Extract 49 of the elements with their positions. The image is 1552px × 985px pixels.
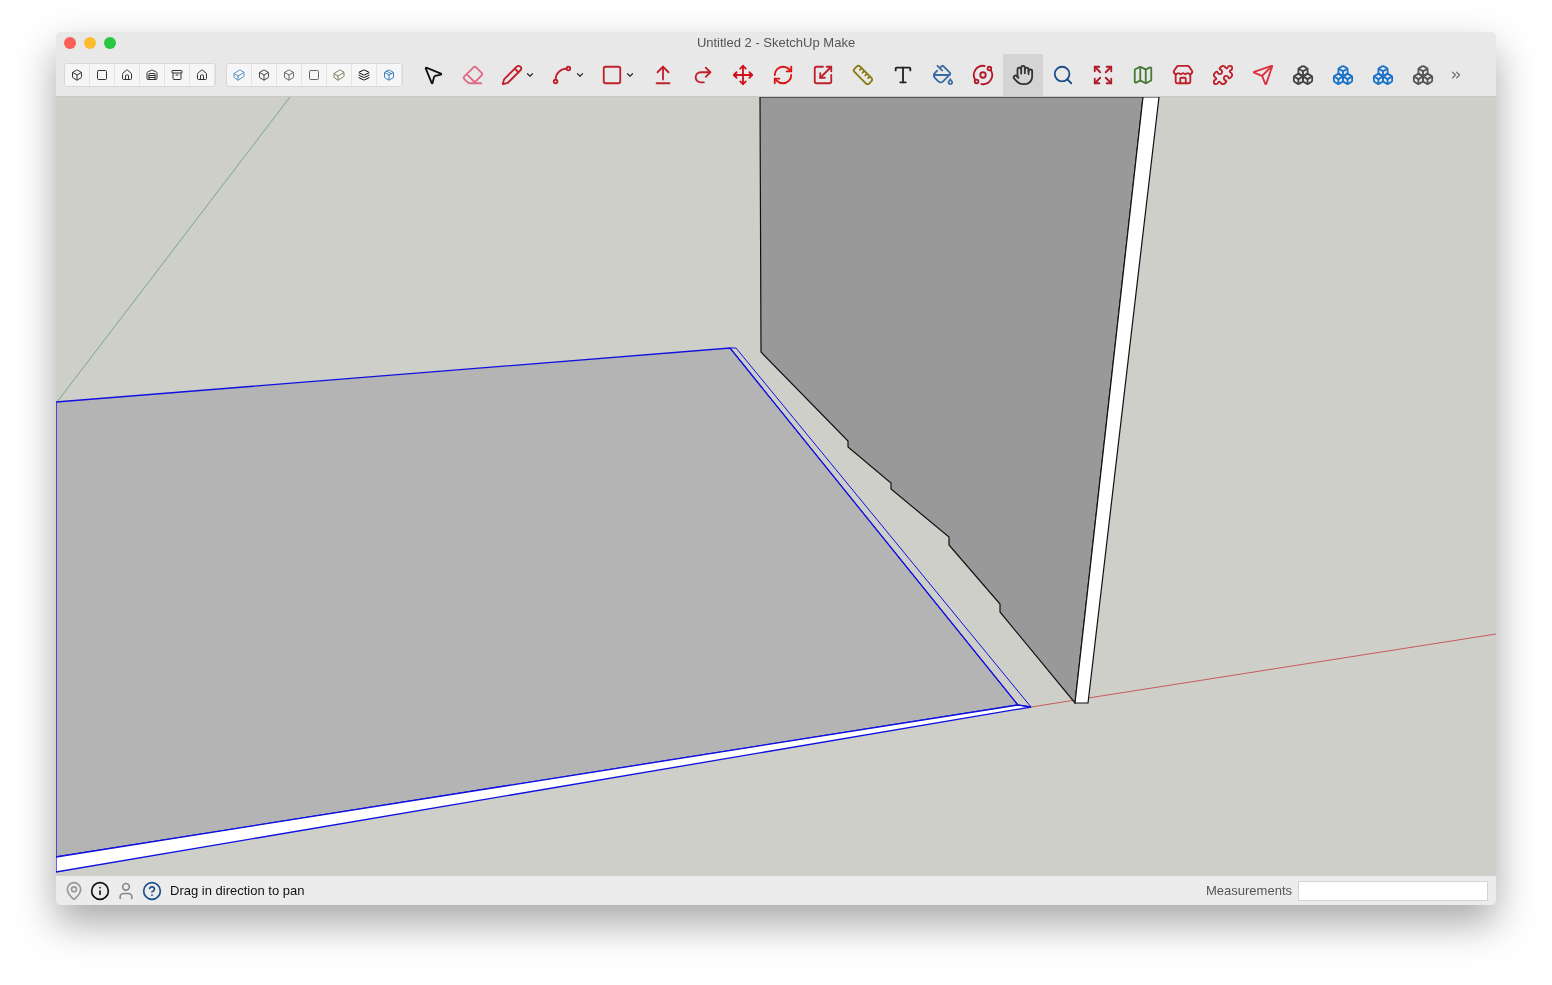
measurements-label: Measurements: [1206, 881, 1292, 900]
box-icon: [71, 69, 83, 81]
store-icon: [1172, 64, 1194, 86]
square-icon: [308, 69, 320, 81]
map-icon: [1132, 64, 1154, 86]
user-icon[interactable]: [116, 880, 136, 901]
caret-icon: [575, 70, 585, 80]
tool-button[interactable]: [1003, 54, 1043, 96]
text-icon: [892, 64, 914, 86]
tape-measure-icon: [852, 64, 874, 86]
overflow-chevron-icon[interactable]: [1449, 68, 1463, 82]
cube-icon: [258, 69, 270, 81]
expand-icon: [1092, 64, 1114, 86]
rectangle-icon: [601, 64, 623, 86]
scale-icon: [812, 64, 834, 86]
measurements-field[interactable]: [1298, 880, 1488, 901]
eraser-icon: [462, 64, 484, 86]
caret-icon: [625, 70, 635, 80]
square-icon: [96, 69, 108, 81]
puzzle-icon: [1212, 64, 1234, 86]
building-icon: [146, 69, 158, 81]
cube-icon: [333, 69, 345, 81]
move-arrows-icon: [732, 64, 754, 86]
boxes-icon: [1292, 64, 1314, 86]
send-icon: [1252, 64, 1274, 86]
window-title: Untitled 2 - SketchUp Make: [695, 34, 857, 53]
help-icon[interactable]: [142, 880, 162, 901]
pointer-icon: [422, 64, 444, 86]
cube-icon: [233, 69, 245, 81]
layers-icon: [358, 69, 370, 81]
hand-icon: [1012, 64, 1034, 86]
status-message: Drag in direction to pan: [170, 881, 305, 900]
archive-icon: [171, 69, 183, 81]
boxes-icon: [1372, 64, 1394, 86]
curved-arrow-icon: [692, 64, 714, 86]
info-icon[interactable]: [90, 880, 110, 901]
rotate-icon: [772, 64, 794, 86]
boxes-icon: [1412, 64, 1434, 86]
paint-bucket-icon: [932, 64, 954, 86]
boxes-icon: [1332, 64, 1354, 86]
zoom-icon: [1052, 64, 1074, 86]
house-icon: [121, 69, 133, 81]
pencil-icon: [501, 64, 523, 86]
cube-icon: [283, 69, 295, 81]
caret-icon: [525, 70, 535, 80]
arc-icon: [551, 64, 573, 86]
house-icon: [196, 69, 208, 81]
orbit-icon: [972, 64, 994, 86]
cube-icon: [383, 69, 395, 81]
